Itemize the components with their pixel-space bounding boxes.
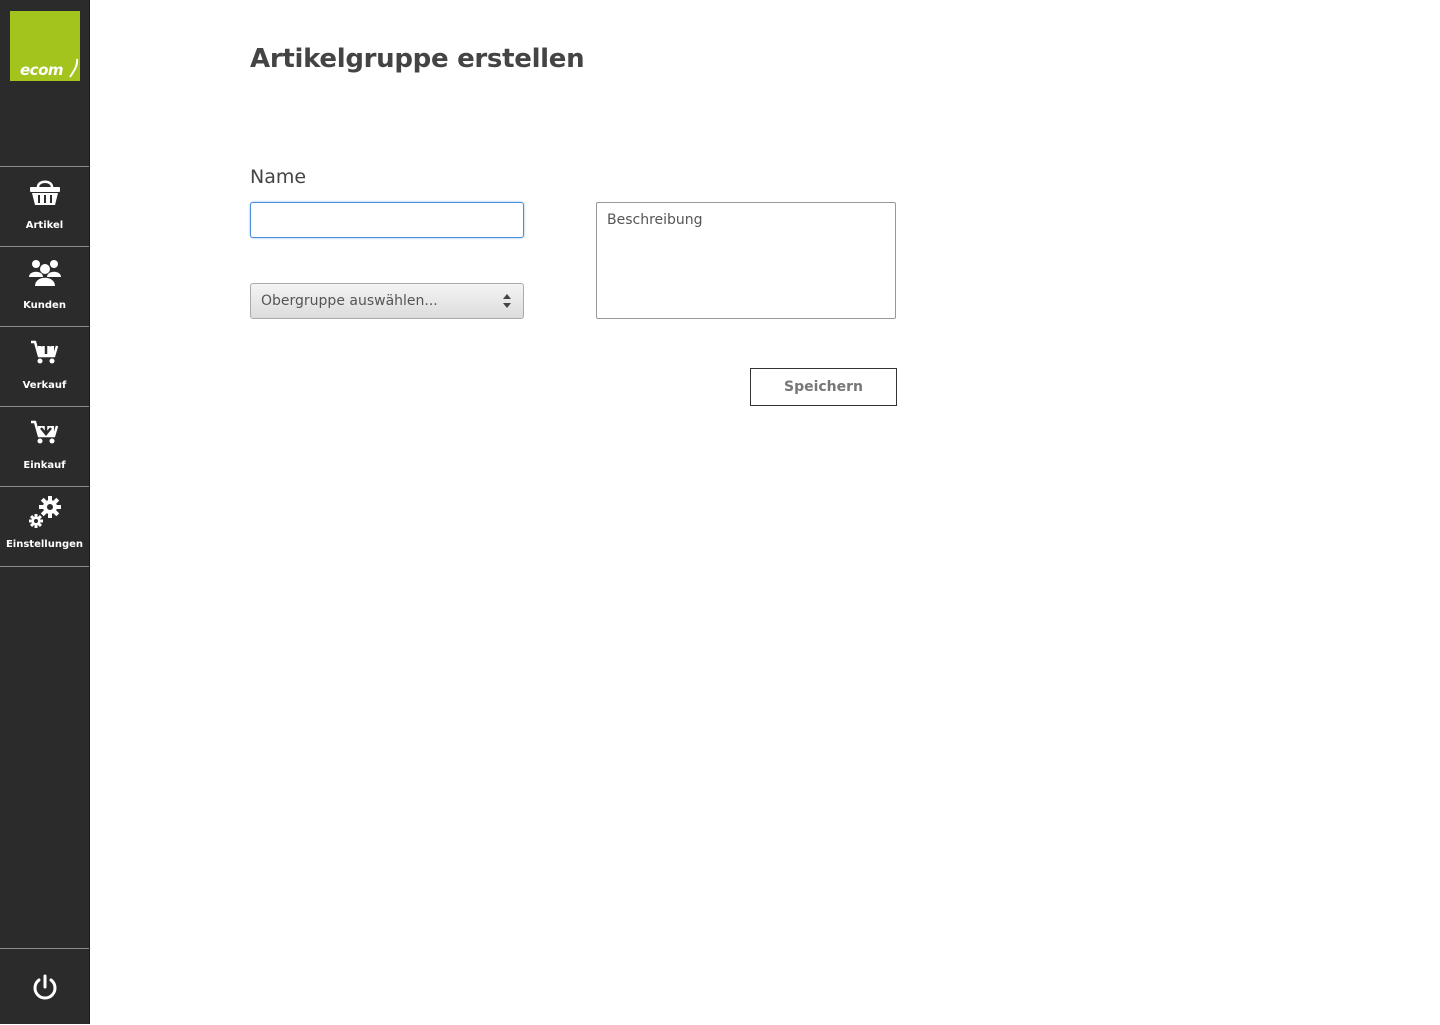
logout-button[interactable] [0,948,89,1025]
parent-group-select-value: Obergruppe auswählen... [261,293,438,309]
power-icon [33,974,56,1000]
name-input[interactable] [250,202,524,238]
users-icon [0,255,89,289]
logo-text: ecom [20,61,64,79]
sidebar-item-kunden[interactable]: Kunden [0,246,89,326]
save-button[interactable]: Speichern [750,368,897,406]
sidebar-item-einstellungen[interactable]: Einstellungen [0,486,89,566]
parent-group-select[interactable]: Obergruppe auswählen... [250,283,524,319]
cart-upload-icon [0,335,89,369]
page-title: Artikelgruppe erstellen [250,44,585,74]
sidebar-item-label: Einstellungen [5,539,84,550]
sidebar-item-label: Einkauf [23,460,66,471]
cart-download-icon [0,415,89,449]
sidebar-divider [0,566,89,567]
name-label: Name [250,166,307,188]
sidebar-item-artikel[interactable]: Artikel [0,166,89,246]
sidebar: ecom Artikel Kunden Verkauf Einkauf Eins… [0,0,90,1024]
select-arrows-icon [503,294,511,308]
sidebar-item-label: Artikel [25,220,64,231]
sidebar-item-einkauf[interactable]: Einkauf [0,406,89,486]
sidebar-item-label: Kunden [23,300,66,311]
description-textarea[interactable] [596,202,896,319]
ecom-logo[interactable]: ecom [10,11,80,81]
sidebar-item-verkauf[interactable]: Verkauf [0,326,89,406]
gears-icon [0,495,89,529]
basket-icon [0,175,89,209]
sidebar-item-label: Verkauf [22,380,67,391]
